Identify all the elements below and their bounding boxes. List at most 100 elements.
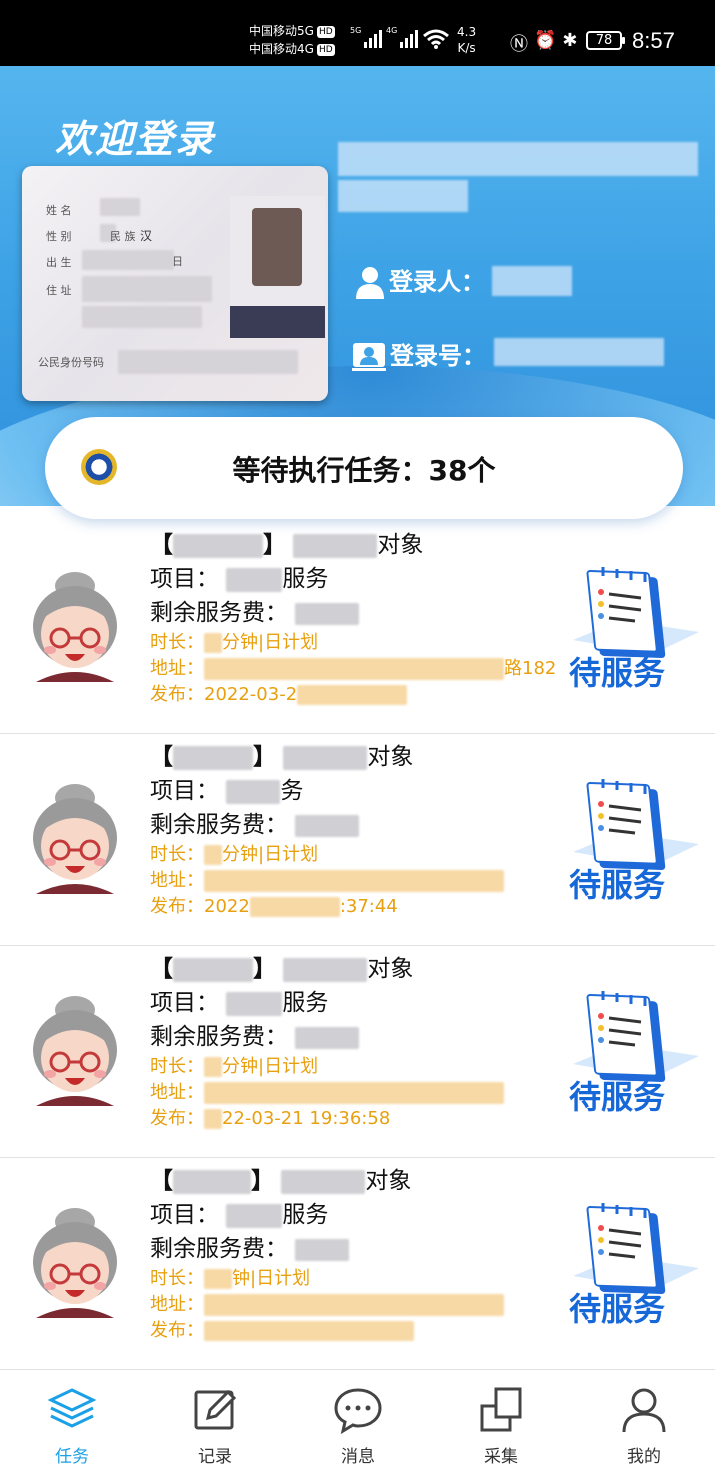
org-name-redacted (338, 180, 468, 212)
tab-tasks-label: 任务 (55, 1447, 89, 1467)
task-fee-line: 剩余服务费： (150, 1232, 504, 1266)
id-ethnicity-value: 汉 (140, 229, 153, 243)
notebook-icon (573, 991, 699, 1082)
layers-icon (47, 1388, 97, 1428)
service-status-button[interactable]: 待服务 (565, 1198, 705, 1328)
id-ethnicity-label: 民 族 (110, 230, 136, 243)
task-object-line: 【】 对象 (150, 956, 414, 982)
task-object-line: 【】 对象 (150, 532, 424, 558)
service-status-button[interactable]: 待服务 (565, 774, 705, 904)
notebook-icon (573, 1203, 699, 1294)
task-address-line: 地址： (150, 868, 504, 894)
edit-icon (194, 1389, 237, 1430)
task-fee-line: 剩余服务费： (150, 1020, 504, 1054)
task-address-line: 地址： 路182 (150, 658, 557, 680)
id-name-label: 姓 名 (46, 204, 72, 217)
id-gender-label: 性 别 (46, 230, 72, 243)
task-project-line: 项目： 服务 (150, 990, 329, 1016)
tab-mine[interactable]: 我的 (594, 1386, 694, 1467)
task-project-line: 项目： 服务 (150, 566, 329, 592)
welcome-title: 欢迎登录 (55, 117, 216, 161)
task-object-suffix: 对象 (377, 532, 424, 558)
status-bar: 中国移动5G HD 中国移动4G HD 5G 4G 4.3 K/s Ⓝ ⏰ ✱ 78… (0, 0, 715, 66)
task-object-suffix: 对象 (367, 744, 414, 770)
task-address-line: 地址： (150, 1080, 504, 1106)
task-info: 【】 对象 项目： 服务 剩余服务费： 时长： 钟|日计划 地址： 发布： (150, 1164, 504, 1344)
chat-icon (334, 1388, 382, 1435)
task-duration-line: 时长： 分钟|日计划 (150, 632, 319, 653)
login-person-label: 登录人： (389, 268, 485, 296)
service-status-label: 待服务 (569, 654, 666, 692)
task-object-suffix: 对象 (365, 1168, 412, 1194)
login-person-row: 登录人： (355, 262, 485, 300)
task-item[interactable]: 【】 对象 项目： 服务 剩余服务费： 时长： 分钟|日计划 地址： 发布： 22-… (0, 946, 715, 1158)
task-object-line: 【】 对象 (150, 744, 414, 770)
org-name-redacted (338, 142, 698, 176)
hd-badge: HD (316, 43, 335, 56)
task-item[interactable]: 【】 对象 项目： 服务 剩余服务费： 时长： 分钟|日计划 地址： 路182 发布… (0, 522, 715, 734)
battery-icon: 78 (586, 31, 625, 50)
id-badge-icon (352, 343, 386, 371)
task-publish-line: 发布： 22-03-21 19:36:58 (150, 1108, 391, 1129)
task-info: 【】 对象 项目： 服务 剩余服务费： 时长： 分钟|日计划 地址： 路182 发布… (150, 528, 556, 708)
bottom-tab-bar: 任务 记录 消息 采集 我的 (0, 1372, 715, 1474)
task-duration-line: 时长： 分钟|日计划 (150, 844, 319, 865)
bluetooth-icon: ✱ (562, 30, 578, 51)
user-icon (622, 1388, 666, 1433)
tab-records-label: 记录 (198, 1447, 232, 1467)
id-photo (230, 196, 325, 338)
id-address-label: 住 址 (46, 284, 72, 297)
signal-4g-icon: 4G (386, 26, 419, 48)
network-speed: 4.3 K/s (457, 25, 477, 55)
task-publish-line: 发布： (150, 1318, 504, 1344)
task-fee-line: 剩余服务费： (150, 596, 556, 630)
tab-records[interactable]: 记录 (165, 1386, 265, 1467)
task-fee-line: 剩余服务费： (150, 808, 504, 842)
elderly-woman-avatar-icon (33, 1208, 117, 1318)
clock: 8:57 (632, 28, 675, 53)
carrier-1: 中国移动5G (249, 24, 314, 38)
task-project-line: 项目： 务 (150, 778, 304, 804)
signal-5g-icon: 5G (350, 26, 383, 48)
service-status-label: 待服务 (569, 1078, 666, 1116)
task-address-line: 地址： (150, 1292, 504, 1318)
task-item[interactable]: 【】 对象 项目： 务 剩余服务费： 时长： 分钟|日计划 地址： 发布：2022… (0, 734, 715, 946)
notebook-icon (573, 567, 699, 658)
carrier-2: 中国移动4G (249, 42, 314, 56)
tab-collect[interactable]: 采集 (451, 1386, 551, 1467)
notebook-icon (573, 779, 699, 870)
task-info: 【】 对象 项目： 服务 剩余服务费： 时长： 分钟|日计划 地址： 发布： 22-… (150, 952, 504, 1132)
wifi-icon (423, 29, 449, 49)
tab-tasks[interactable]: 任务 (22, 1386, 122, 1467)
person-icon (356, 267, 384, 299)
carrier-info: 中国移动5G HD 中国移动4G HD (249, 22, 335, 58)
task-publish-line: 发布：2022:37:44 (150, 896, 398, 917)
collect-icon (480, 1387, 522, 1432)
task-duration-line: 时长： 分钟|日计划 (150, 1056, 319, 1077)
hd-badge: HD (316, 25, 335, 38)
pending-tasks-text: 等待执行任务：38个 (232, 454, 496, 487)
id-birth-label: 出 生 (46, 256, 72, 269)
task-list: 【】 对象 项目： 服务 剩余服务费： 时长： 分钟|日计划 地址： 路182 发布… (0, 522, 715, 1370)
tab-messages[interactable]: 消息 (308, 1386, 408, 1467)
service-status-button[interactable]: 待服务 (565, 986, 705, 1116)
service-status-label: 待服务 (569, 1290, 666, 1328)
task-item[interactable]: 【】 对象 项目： 服务 剩余服务费： 时长： 钟|日计划 地址： 发布： 待服… (0, 1158, 715, 1370)
task-duration-line: 时长： 钟|日计划 (150, 1268, 311, 1289)
task-object-line: 【】 对象 (150, 1168, 412, 1194)
task-info: 【】 对象 项目： 务 剩余服务费： 时长： 分钟|日计划 地址： 发布：2022… (150, 740, 504, 920)
alarm-icon: ⏰ (534, 30, 557, 51)
elderly-woman-avatar-icon (33, 996, 117, 1106)
service-status-label: 待服务 (569, 866, 666, 904)
task-project-line: 项目： 服务 (150, 1202, 329, 1228)
pending-tasks-banner: 等待执行任务：38个 (45, 417, 683, 519)
task-publish-line: 发布：2022-03-2 (150, 682, 556, 708)
tab-mine-label: 我的 (627, 1447, 661, 1467)
login-person-redacted (492, 266, 572, 296)
elderly-woman-avatar-icon (33, 572, 117, 682)
elderly-woman-avatar-icon (33, 784, 117, 894)
service-status-button[interactable]: 待服务 (565, 562, 705, 692)
id-number-label: 公民身份号码 (38, 356, 104, 369)
nfc-icon: Ⓝ (510, 34, 528, 55)
login-number-row: 登录号： (352, 336, 486, 372)
